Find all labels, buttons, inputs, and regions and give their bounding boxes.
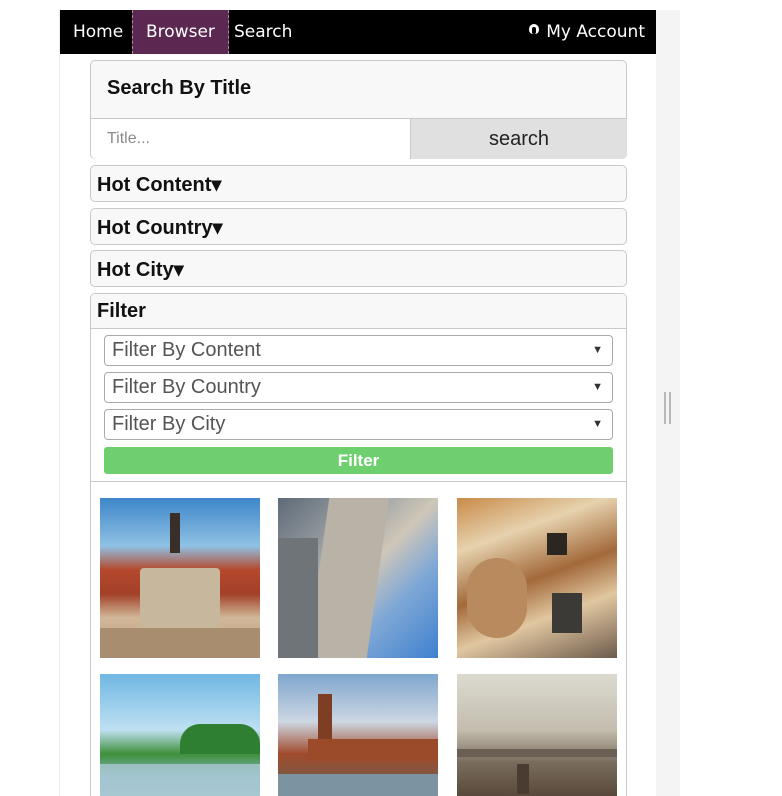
filter-by-country-select[interactable]: Filter By Country ▼ xyxy=(104,372,613,403)
chevron-down-icon: ▼ xyxy=(592,344,603,356)
filter-header: Filter xyxy=(91,294,626,329)
filter-by-content-value: Filter By Content xyxy=(112,339,261,361)
hot-country-title: Hot Country▾ xyxy=(97,217,223,239)
resize-handle[interactable] xyxy=(664,392,672,424)
my-account-label: My Account xyxy=(546,22,645,42)
top-navbar: Home Browser Search My Account xyxy=(60,10,656,54)
browser-page: Home Browser Search My Account Search By… xyxy=(59,10,656,796)
filter-by-city-value: Filter By City xyxy=(112,413,226,435)
chevron-down-icon: ▼ xyxy=(592,418,603,430)
photo-thumbnail-6[interactable] xyxy=(457,674,617,796)
hot-country-accordion[interactable]: Hot Country▾ xyxy=(90,208,627,245)
filter-by-city-select[interactable]: Filter By City ▼ xyxy=(104,409,613,440)
my-account-link[interactable]: My Account xyxy=(515,10,656,54)
hot-city-title: Hot City▾ xyxy=(97,259,184,281)
chevron-down-icon: ▼ xyxy=(592,381,603,393)
search-button[interactable]: search xyxy=(411,118,627,159)
user-icon xyxy=(528,24,540,38)
resize-handle-bar xyxy=(664,392,666,424)
nav-home-link[interactable]: Home xyxy=(60,10,136,54)
hot-content-title: Hot Content▾ xyxy=(97,174,222,196)
search-panel-title: Search By Title xyxy=(107,77,252,99)
nav-browser-link[interactable]: Browser xyxy=(132,10,229,54)
filter-panel: Filter Filter By Content ▼ Filter By Cou… xyxy=(90,293,627,796)
photo-thumbnail-4[interactable] xyxy=(100,674,260,796)
resize-handle-bar xyxy=(669,392,671,424)
filter-by-content-select[interactable]: Filter By Content ▼ xyxy=(104,335,613,366)
nav-search-link[interactable]: Search xyxy=(221,10,305,54)
photo-thumbnail-3[interactable] xyxy=(457,498,617,658)
filter-by-country-value: Filter By Country xyxy=(112,376,261,398)
filter-divider xyxy=(91,481,626,482)
photo-thumbnail-2[interactable] xyxy=(278,498,438,658)
filter-button[interactable]: Filter xyxy=(104,447,613,474)
photo-thumbnail-5[interactable] xyxy=(278,674,438,796)
search-by-title-panel: Search By Title search xyxy=(90,60,627,159)
hot-content-accordion[interactable]: Hot Content▾ xyxy=(90,165,627,202)
title-search-input[interactable] xyxy=(91,118,411,159)
photo-thumbnail-1[interactable] xyxy=(100,498,260,658)
hot-city-accordion[interactable]: Hot City▾ xyxy=(90,250,627,287)
filter-title: Filter xyxy=(97,300,146,322)
